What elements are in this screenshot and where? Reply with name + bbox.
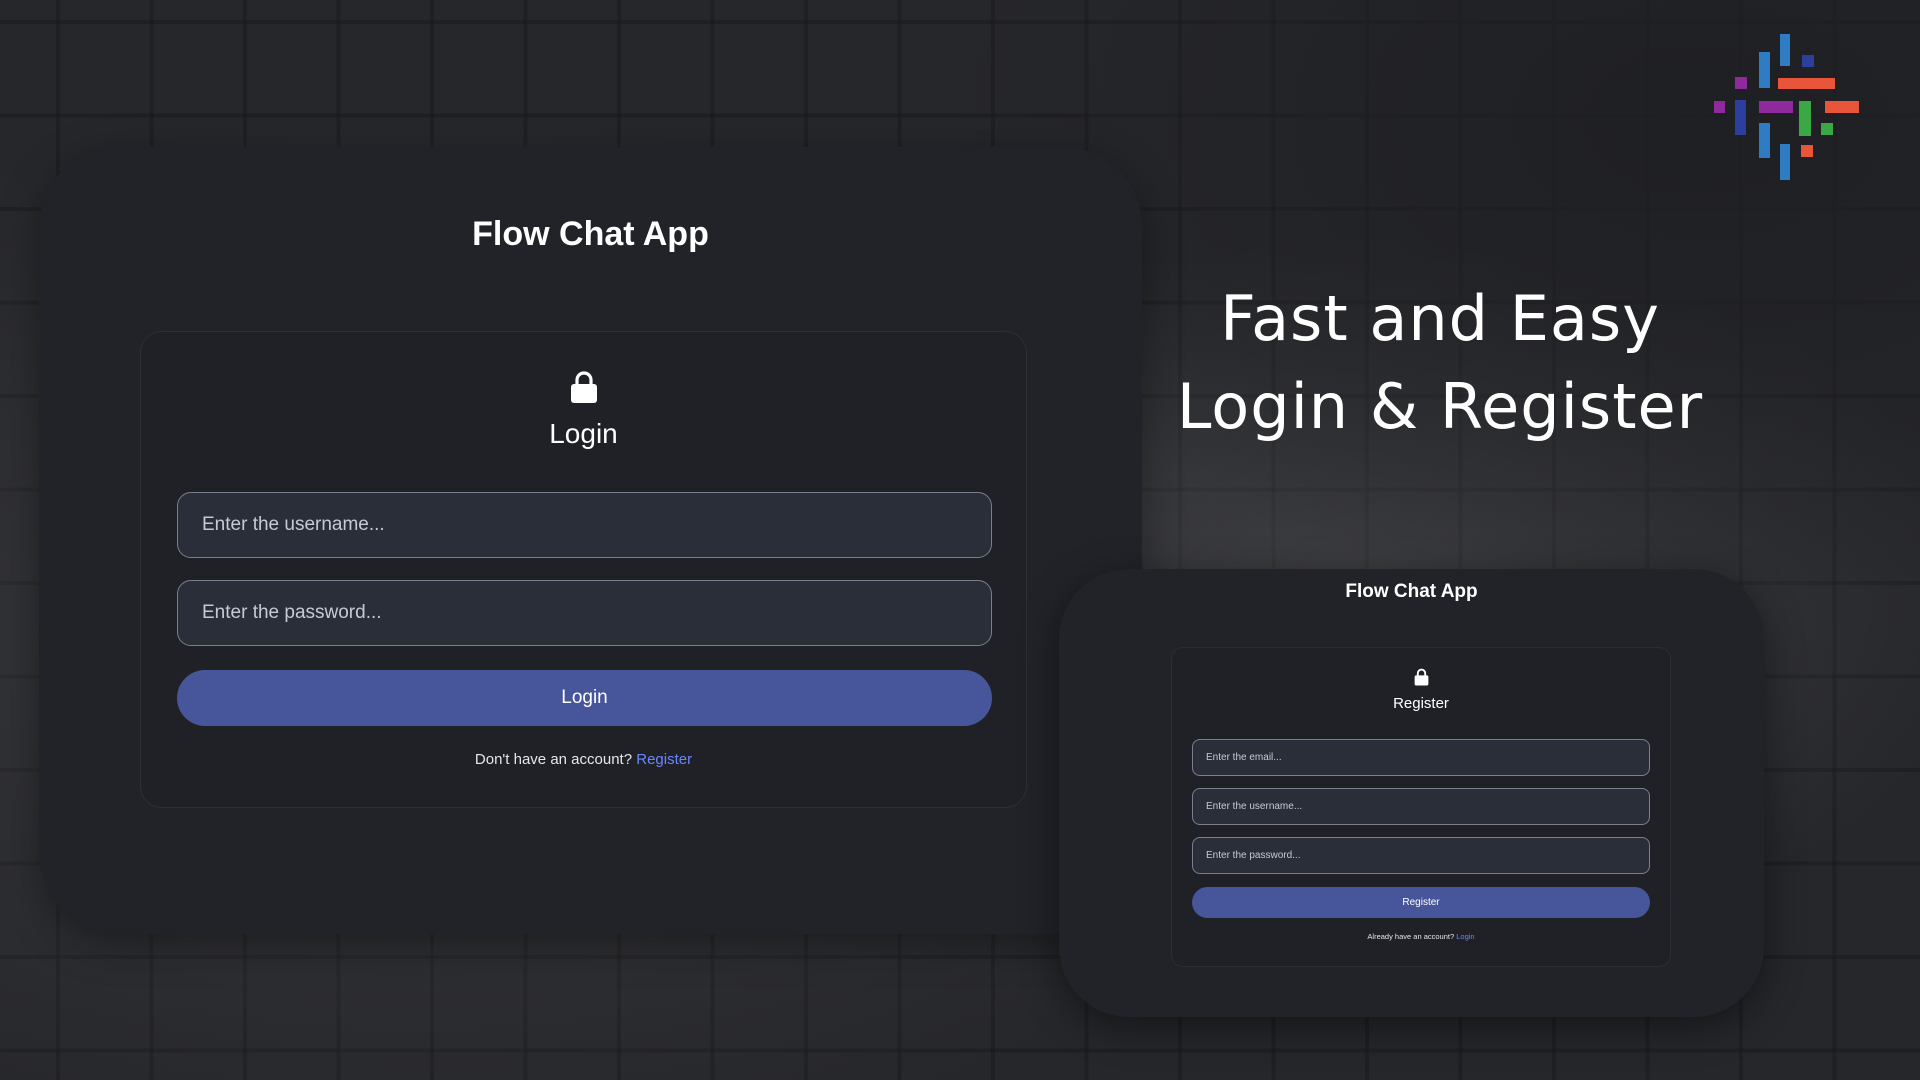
switch-form-text: Don't have an account? Register [141,751,1026,768]
login-link[interactable]: Login [1456,932,1474,941]
switch-prompt: Already have an account? [1367,932,1455,941]
app-title: Flow Chat App [1345,581,1478,602]
headline-line-1: Fast and Easy [1220,282,1660,355]
email-input[interactable]: Enter the email... [1192,739,1650,776]
brand-logo [1710,32,1860,184]
password-input[interactable]: Enter the password... [177,580,992,646]
switch-form-text: Already have an account? Login [1172,932,1670,941]
lock-icon [1172,668,1670,686]
register-button[interactable]: Register [1192,887,1650,918]
password-input[interactable]: Enter the password... [1192,837,1650,874]
username-input[interactable]: Enter the username... [1192,788,1650,825]
switch-prompt: Don't have an account? [474,751,633,768]
register-link[interactable]: Register [636,751,692,768]
register-form-panel: Register Enter the email... Enter the us… [1171,647,1671,967]
app-title: Flow Chat App [472,215,709,253]
register-card: Flow Chat App Register Enter the email..… [1059,569,1764,1017]
login-form-panel: Login Enter the username... Enter the pa… [140,331,1027,808]
headline-line-2: Login & Register [1176,370,1704,443]
login-button[interactable]: Login [177,670,992,726]
form-title: Register [1393,695,1449,712]
login-card: Flow Chat App Login Enter the username..… [39,147,1142,934]
username-input[interactable]: Enter the username... [177,492,992,558]
lock-icon [141,370,1026,404]
form-title: Login [549,418,618,449]
